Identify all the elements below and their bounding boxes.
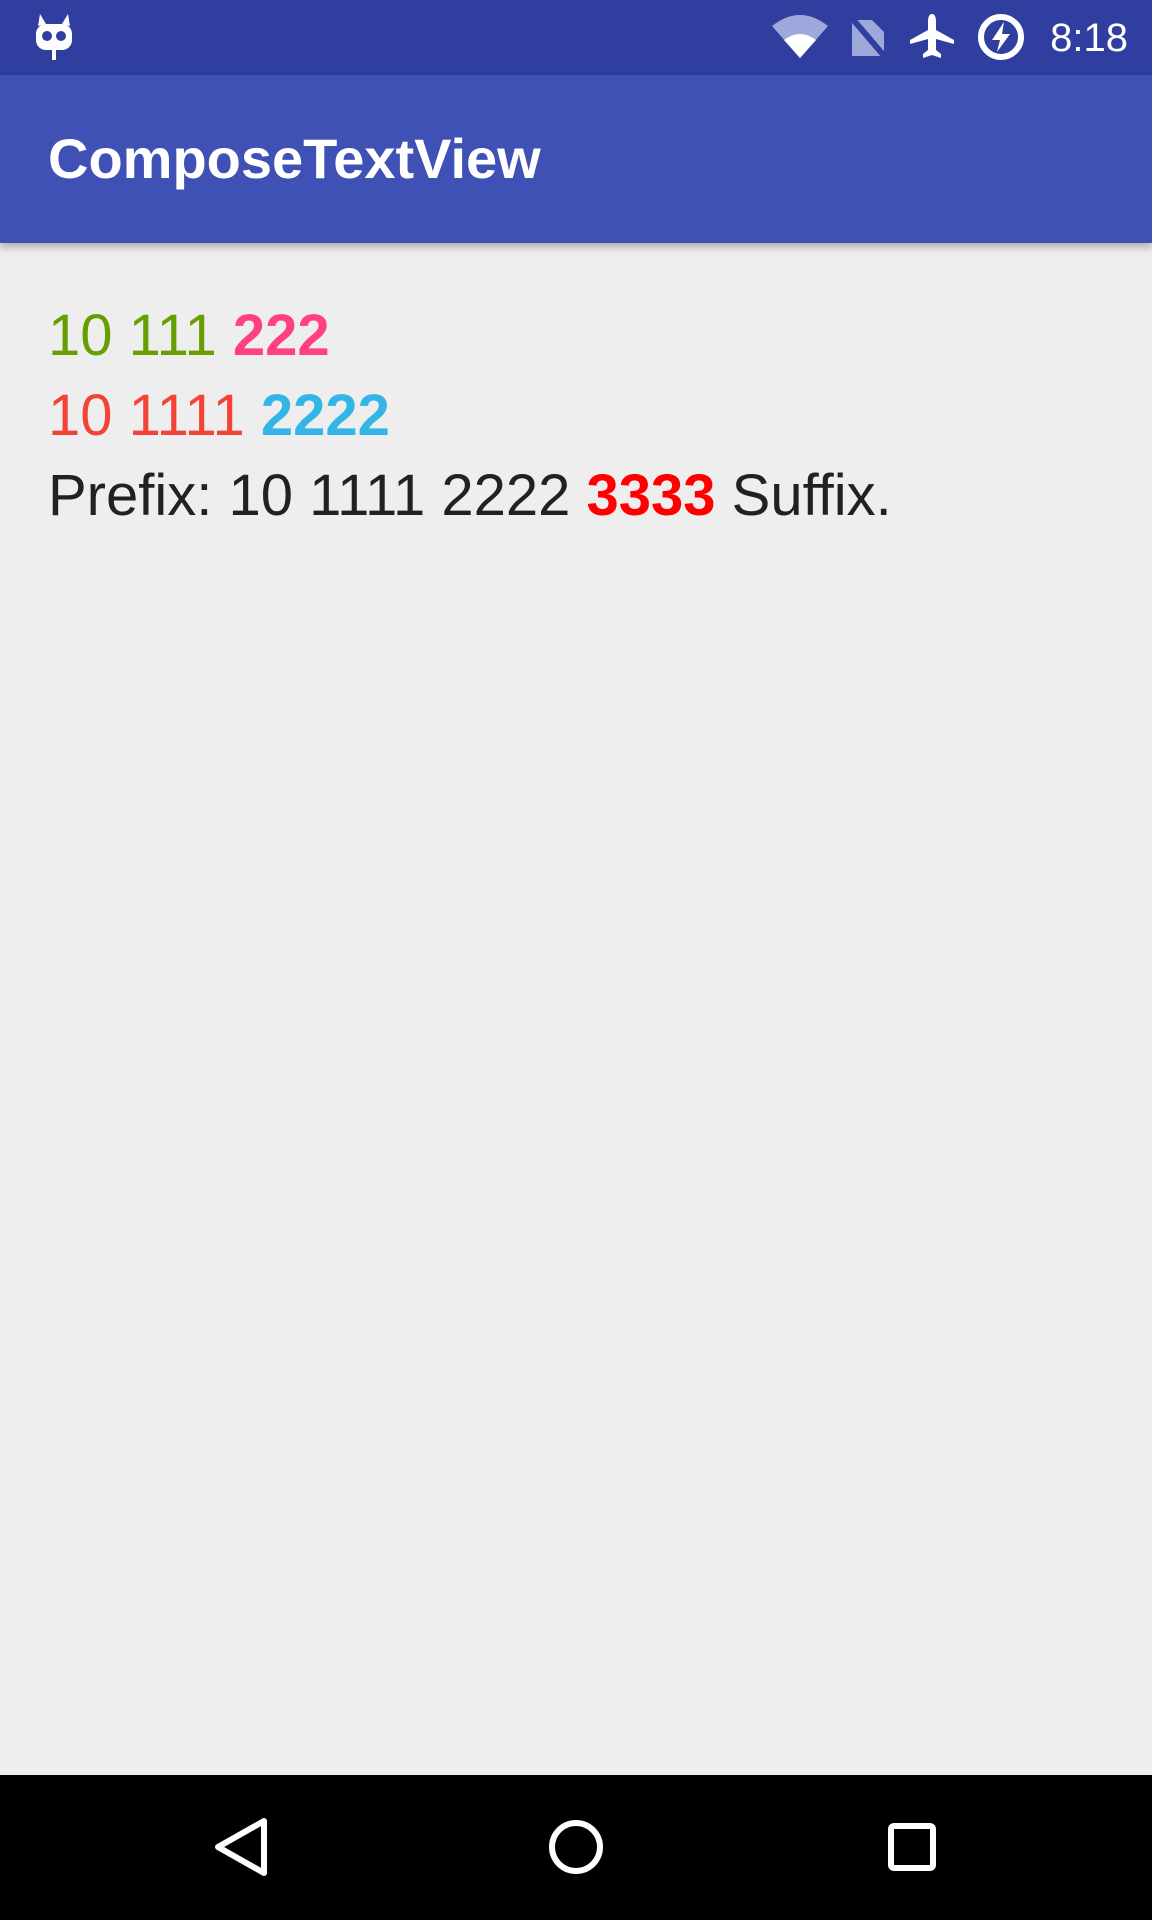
line1-normal-text: 10 111: [48, 303, 217, 368]
compose-line-2: 10 1111 2222: [48, 376, 1104, 456]
status-bar: 8:18: [0, 0, 1152, 75]
compose-line-3: Prefix: 10 1111 2222 3333 Suffix.: [48, 456, 1104, 536]
app-title: ComposeTextView: [48, 127, 541, 190]
no-sim-icon: [847, 12, 889, 64]
back-icon[interactable]: [190, 1797, 290, 1897]
compose-text-content: 10 111 222 10 1111 2222 Prefix: 10 1111 …: [48, 296, 1104, 536]
line3-highlight-text: 3333: [586, 463, 716, 528]
cyanogen-bot-icon: [34, 14, 74, 66]
status-time: 8:18: [1050, 16, 1128, 60]
screen: 8:18 ComposeTextView 10 111 222 10 1111 …: [0, 0, 1152, 1920]
line1-bold-text: 222: [232, 303, 330, 368]
line3-suffix-text: Suffix.: [731, 463, 892, 528]
home-icon[interactable]: [526, 1797, 626, 1897]
app-bar: ComposeTextView: [0, 75, 1152, 243]
wifi-icon: [770, 12, 830, 64]
line2-normal-text: 10 1111: [48, 383, 245, 448]
line2-bold-text: 2222: [260, 383, 390, 448]
line3-prefix-text: Prefix: 10 1111 2222: [48, 463, 571, 528]
navigation-bar: [0, 1775, 1152, 1920]
airplane-mode-icon: [908, 12, 956, 64]
recents-icon[interactable]: [862, 1797, 962, 1897]
compose-line-1: 10 111 222: [48, 296, 1104, 376]
battery-charging-icon: [976, 12, 1026, 66]
